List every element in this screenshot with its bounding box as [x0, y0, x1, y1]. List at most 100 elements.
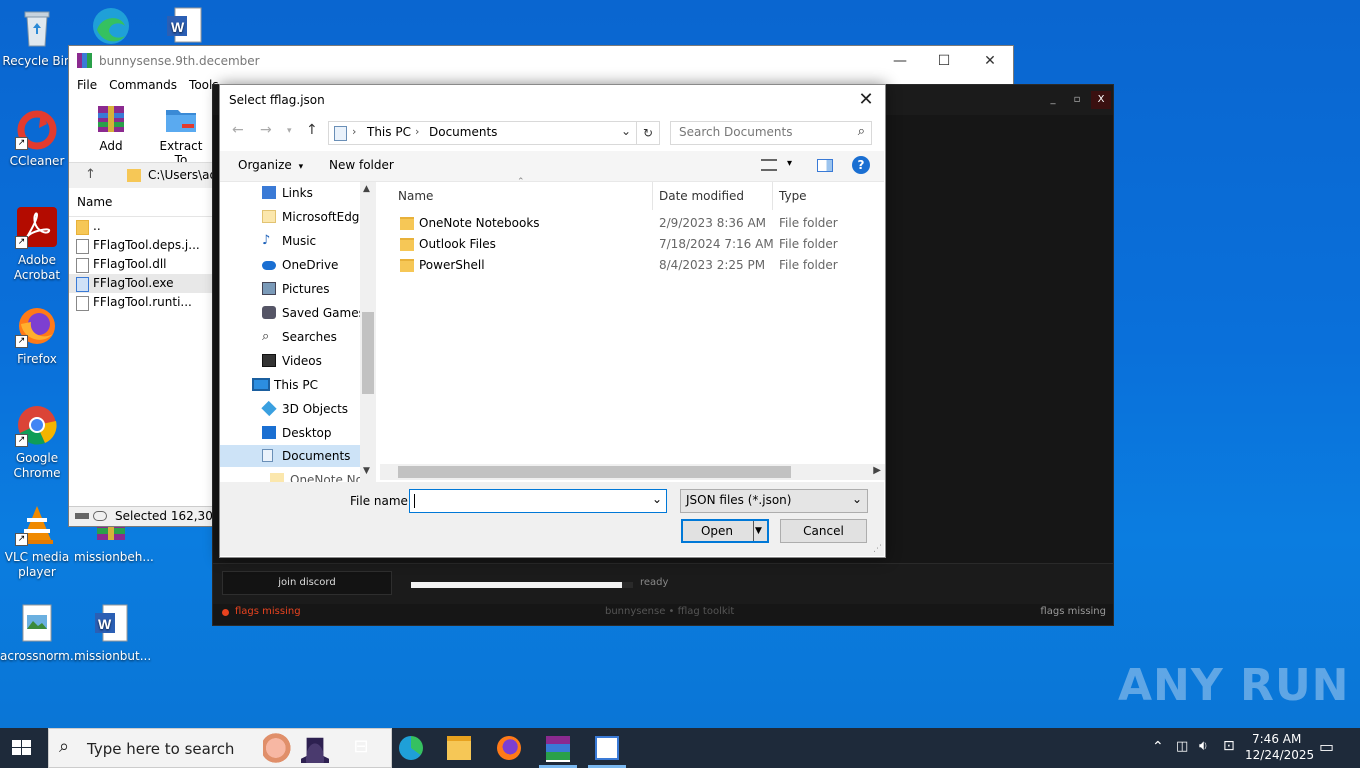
clock-date[interactable]: 12/24/2025	[1245, 748, 1314, 762]
taskbar-app-window-icon[interactable]	[595, 736, 619, 760]
desktop-icon-adobe-acrobat[interactable]: ↗ Adobe Acrobat	[0, 205, 74, 283]
refresh-button[interactable]: ↻	[636, 121, 660, 145]
column-header-date[interactable]: Date modified	[659, 182, 744, 210]
back-arrow-icon[interactable]: ←	[232, 122, 244, 138]
nav-item-searches[interactable]: ⌕ Searches	[262, 326, 337, 348]
task-view-icon[interactable]: ⊟	[349, 736, 373, 760]
nav-item-links[interactable]: Links	[262, 182, 313, 204]
recent-chevron-icon[interactable]: ▾	[287, 126, 292, 136]
breadcrumb-this-pc[interactable]: This PC	[367, 125, 411, 139]
file-row[interactable]: OneNote Notebooks 2/9/2023 8:36 AM File …	[380, 213, 870, 234]
cancel-button[interactable]: Cancel	[780, 519, 867, 543]
taskbar-winrar-icon[interactable]	[546, 736, 570, 762]
open-button[interactable]: Open ▼	[681, 519, 769, 543]
list-item[interactable]: FFlagTool.deps.j...	[69, 236, 212, 255]
column-header-name[interactable]: Name	[69, 188, 212, 217]
close-icon[interactable]: ✕	[855, 89, 877, 111]
view-options-icon[interactable]	[761, 159, 777, 171]
scroll-right-icon[interactable]: ▶	[873, 465, 881, 476]
resize-grip-icon[interactable]: ⋰	[873, 544, 882, 554]
nav-item-pictures[interactable]: Pictures	[262, 278, 330, 300]
winrar-address-bar[interactable]: ↑ C:\Users\admin	[69, 162, 240, 190]
close-button[interactable]: ✕	[967, 46, 1013, 76]
nav-item-this-pc[interactable]: This PC	[252, 374, 318, 396]
nav-item-desktop[interactable]: Desktop	[262, 422, 332, 444]
minimize-button[interactable]: _	[1043, 91, 1063, 109]
maximize-button[interactable]: ▫	[1067, 91, 1087, 109]
minimize-button[interactable]: —	[877, 46, 923, 76]
list-item[interactable]: FFlagTool.dll	[69, 255, 212, 274]
music-icon: ♪	[262, 233, 271, 248]
recycle-bin-icon	[15, 6, 59, 50]
new-folder-button[interactable]: New folder	[329, 158, 394, 172]
chevron-down-icon[interactable]: ⌄	[652, 492, 662, 506]
file-horizontal-scrollbar[interactable]: ▶	[380, 464, 885, 480]
close-button[interactable]: X	[1091, 91, 1111, 109]
tray-volume-icon[interactable]: 🔉︎	[1199, 738, 1208, 754]
start-button[interactable]	[12, 740, 32, 756]
up-arrow-icon[interactable]: ↑	[306, 122, 318, 138]
scroll-down-icon[interactable]: ▼	[363, 466, 370, 476]
desktop-icon-google-chrome[interactable]: ↗ Google Chrome	[0, 403, 74, 481]
add-button[interactable]: Add	[83, 102, 139, 167]
address-bar[interactable]: › This PC › Documents ⌄	[328, 121, 637, 145]
file-row[interactable]: Outlook Files 7/18/2024 7:16 AM File fol…	[380, 234, 870, 255]
taskbar-edge-icon[interactable]	[399, 736, 423, 760]
desktop-icon-vlc[interactable]: ↗ VLC media player	[0, 502, 74, 580]
list-item[interactable]: FFlagTool.runti...	[69, 293, 212, 312]
column-header-name[interactable]: Name	[398, 182, 433, 210]
taskbar-file-explorer-icon[interactable]	[447, 736, 471, 760]
clock-time[interactable]: 7:46 AM	[1252, 732, 1301, 746]
add-archive-icon	[94, 102, 128, 136]
file-type-filter[interactable]: JSON files (*.json) ⌄	[680, 489, 868, 513]
nav-item-onenote[interactable]: OneNote Not	[270, 469, 368, 482]
nav-item-documents[interactable]: Documents	[262, 445, 350, 467]
file-name: Outlook Files	[419, 237, 496, 251]
nav-item-music[interactable]: ♪ Music	[262, 230, 316, 252]
desktop-icon-acrossnorm[interactable]: acrossnorm...	[0, 601, 81, 664]
list-item[interactable]: FFlagTool.exe	[69, 274, 212, 293]
desktop-icon	[262, 426, 276, 439]
desktop-icon-ccleaner[interactable]: ↗ CCleaner	[0, 106, 74, 169]
search-input[interactable]: Search Documents ⌕	[670, 121, 872, 145]
organize-button[interactable]: Organize ▾	[238, 158, 303, 172]
column-header-type[interactable]: Type	[779, 182, 807, 210]
tray-network-icon[interactable]: ⊡	[1223, 738, 1235, 754]
nav-item-videos[interactable]: Videos	[262, 350, 322, 372]
nav-item-3d-objects[interactable]: 3D Objects	[261, 398, 348, 420]
list-item[interactable]: ..	[69, 217, 212, 236]
nav-vertical-scrollbar[interactable]: ▲ ▼	[360, 182, 376, 482]
nav-item-saved-games[interactable]: Saved Games	[262, 302, 365, 324]
maximize-button[interactable]: ☐	[921, 46, 967, 76]
scroll-thumb[interactable]	[398, 466, 791, 478]
file-row[interactable]: PowerShell 8/4/2023 2:25 PM File folder	[380, 255, 870, 276]
taskbar-search-box[interactable]: ⌕ Type here to search	[48, 728, 392, 768]
menu-file[interactable]: File	[77, 78, 97, 92]
help-icon[interactable]: ?	[852, 156, 870, 174]
tray-chevron-up-icon[interactable]: ⌃	[1152, 739, 1164, 755]
chevron-down-icon[interactable]: ▼	[755, 521, 762, 541]
up-arrow-icon[interactable]: ↑	[85, 167, 96, 182]
progress-fill	[411, 582, 622, 588]
join-discord-button[interactable]: join discord	[222, 571, 392, 595]
nav-item-microsoftedge[interactable]: MicrosoftEdge	[262, 206, 367, 228]
chevron-down-icon[interactable]: ▾	[787, 158, 792, 169]
scroll-up-icon[interactable]: ▲	[363, 184, 370, 194]
desktop-icon-recycle-bin[interactable]: Recycle Bin	[0, 6, 74, 69]
menu-commands[interactable]: Commands	[109, 78, 177, 92]
notifications-icon[interactable]: ▭	[1319, 737, 1334, 756]
scroll-thumb[interactable]	[362, 312, 374, 394]
taskbar-firefox-icon[interactable]	[497, 736, 521, 760]
desktop-icon-missionbut[interactable]: W missionbut...	[74, 601, 151, 664]
breadcrumb-documents[interactable]: Documents	[429, 125, 497, 139]
address-dropdown-icon[interactable]: ⌄	[621, 124, 631, 138]
desktop-icon-firefox[interactable]: ↗ Firefox	[0, 304, 74, 367]
preview-pane-icon[interactable]	[817, 159, 833, 172]
tray-meet-icon[interactable]: ◫	[1176, 739, 1188, 754]
file-name-input[interactable]: ⌄	[409, 489, 667, 513]
nav-item-label: OneDrive	[282, 258, 339, 272]
winrar-title: bunnysense.9th.december	[99, 54, 260, 68]
extract-to-button[interactable]: Extract To	[153, 102, 209, 167]
nav-item-onedrive[interactable]: OneDrive	[262, 254, 339, 276]
forward-arrow-icon[interactable]: →	[260, 122, 272, 138]
